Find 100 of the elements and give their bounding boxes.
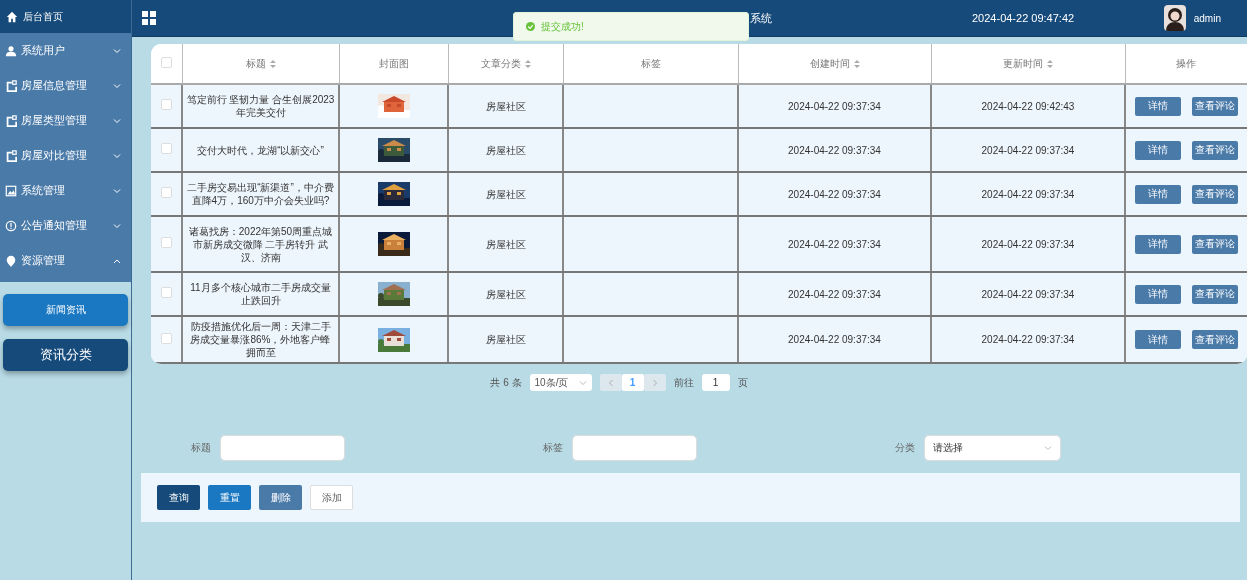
menu-item[interactable]: 房屋对比管理	[0, 138, 131, 173]
table-cell: 诸葛找房：2022年第50周重点城市新房成交微降 二手房转升 武汉、济南	[182, 216, 339, 272]
document-icon	[5, 114, 17, 127]
username[interactable]: admin	[1193, 12, 1221, 24]
sort-icon[interactable]	[1047, 59, 1053, 68]
table-cell: 11月多个核心城市二手房成交量止跌回升	[182, 272, 339, 316]
table-cell: 房屋社区	[448, 84, 563, 128]
menu-item[interactable]: 公告通知管理	[0, 208, 131, 243]
field-label: 分类	[895, 441, 915, 455]
table-cell: 2024-04-22 09:37:34	[931, 272, 1125, 316]
pin-icon	[5, 254, 17, 267]
action-button[interactable]: 查看评论	[1192, 284, 1239, 304]
goto-label: 前往	[673, 375, 694, 390]
table-cell: 交付大时代，龙湖“以新交心”	[182, 128, 339, 172]
input-field[interactable]	[572, 435, 697, 461]
column-header: 封面图	[339, 44, 448, 84]
table-cell: 2024-04-22 09:37:34	[738, 272, 931, 316]
table-cell: 2024-04-22 09:37:34	[738, 84, 931, 128]
page-size-select[interactable]: 10条/页	[529, 374, 592, 391]
page-number[interactable]: 1	[621, 374, 644, 391]
table-cell: 2024-04-22 09:37:34	[738, 316, 931, 363]
next-page-button[interactable]	[643, 374, 666, 391]
home-menu-item[interactable]: 后台首页	[0, 0, 131, 33]
table-cell: 2024-04-22 09:37:34	[738, 172, 931, 216]
app-title: 系统	[750, 10, 772, 26]
chevron-down-icon	[578, 378, 587, 387]
menu-item[interactable]: 房屋信息管理	[0, 68, 131, 103]
datetime: 2024-04-22 09:47:42	[972, 12, 1075, 24]
submenu-item[interactable]: 资讯分类	[3, 339, 128, 371]
field-label: 标题	[191, 441, 211, 455]
previous-page-button[interactable]	[599, 374, 622, 391]
checkbox[interactable]	[160, 332, 172, 344]
checkbox[interactable]	[160, 237, 172, 248]
action-button[interactable]: 详情	[1134, 140, 1181, 160]
page-unit-label: 页	[737, 375, 748, 390]
action-button[interactable]: 查看评论	[1192, 140, 1239, 160]
column-header[interactable]: 创建时间	[738, 44, 931, 84]
table-cell: 2024-04-22 09:37:34	[931, 316, 1125, 363]
checkbox[interactable]	[160, 187, 172, 198]
select-field[interactable]: 请选择	[924, 435, 1061, 461]
table-cell: 房屋社区	[448, 172, 563, 216]
action-button[interactable]: 详情	[1134, 330, 1181, 349]
image-icon	[5, 184, 17, 197]
document-icon	[5, 149, 17, 162]
action-button[interactable]: 查看评论	[1192, 234, 1239, 254]
home-icon	[6, 10, 18, 23]
chevron-down-icon	[1044, 444, 1052, 452]
action-button[interactable]: 查看评论	[1192, 184, 1239, 204]
table-cell: 二手房交易出现“新渠道”，中介费直降4万，160万中介会失业吗?	[182, 172, 339, 216]
menu-item[interactable]: 资源管理	[0, 243, 131, 278]
action-button[interactable]: 详情	[1134, 96, 1181, 116]
input-field[interactable]	[220, 435, 345, 461]
menu-item[interactable]: 房屋类型管理	[0, 103, 131, 138]
chevron-right-icon	[651, 378, 658, 387]
column-header: 操作	[1125, 44, 1247, 84]
action-button[interactable]: 详情	[1134, 284, 1181, 304]
table-cell: 2024-04-22 09:42:43	[931, 84, 1125, 128]
checkbox[interactable]	[160, 287, 172, 298]
table-cell: 房屋社区	[448, 128, 563, 172]
checkbox[interactable]	[160, 143, 172, 154]
column-header[interactable]: 文章分类	[448, 44, 563, 84]
reset-button[interactable]: 重置	[208, 485, 251, 510]
column-header: 标签	[563, 44, 738, 84]
table-cell: 2024-04-22 09:37:34	[931, 128, 1125, 172]
checkbox[interactable]	[160, 57, 172, 68]
table-cell: 防疫措施优化后一周：天津二手房成交量暴涨86%，外地客户蜂拥而至	[182, 316, 339, 363]
success-toast: 提交成功!	[513, 12, 749, 41]
table-cell: 房屋社区	[448, 316, 563, 363]
total-count: 共 6 条	[490, 375, 522, 390]
action-button[interactable]: 详情	[1134, 184, 1181, 204]
table-cell: 2024-04-22 09:37:34	[738, 128, 931, 172]
column-header[interactable]: 更新时间	[931, 44, 1125, 84]
table-cell: 笃定前行 坚韧力量 合生创展2023年完美交付	[182, 84, 339, 128]
goto-page-field[interactable]: 1	[701, 374, 730, 391]
info-icon	[5, 219, 17, 232]
document-icon	[5, 79, 17, 92]
submenu-item[interactable]: 新闻资讯	[3, 294, 128, 326]
success-icon	[526, 22, 535, 31]
table-cell: 房屋社区	[448, 216, 563, 272]
action-button[interactable]: 查看评论	[1192, 96, 1239, 116]
table-cell: 2024-04-22 09:37:34	[931, 172, 1125, 216]
sort-icon[interactable]	[269, 59, 276, 68]
checkbox[interactable]	[160, 99, 172, 110]
user-icon	[5, 44, 17, 57]
grid-icon[interactable]	[142, 11, 156, 25]
delete-button[interactable]: 删除	[259, 485, 302, 510]
menu-item[interactable]: 系统管理	[0, 173, 131, 208]
chevron-left-icon	[607, 378, 614, 387]
action-button[interactable]: 详情	[1134, 234, 1181, 254]
menu-item[interactable]: 系统用户	[0, 33, 131, 68]
query-button[interactable]: 查询	[157, 485, 200, 510]
add-button[interactable]: 添加	[310, 485, 353, 510]
sort-icon[interactable]	[853, 59, 860, 68]
table-cell: 房屋社区	[448, 272, 563, 316]
table-cell: 2024-04-22 09:37:34	[738, 216, 931, 272]
column-header[interactable]: 标题	[182, 44, 339, 84]
action-button[interactable]: 查看评论	[1192, 330, 1239, 349]
table-cell: 2024-04-22 09:37:34	[931, 216, 1125, 272]
field-label: 标签	[543, 441, 563, 455]
sort-icon[interactable]	[524, 59, 531, 68]
